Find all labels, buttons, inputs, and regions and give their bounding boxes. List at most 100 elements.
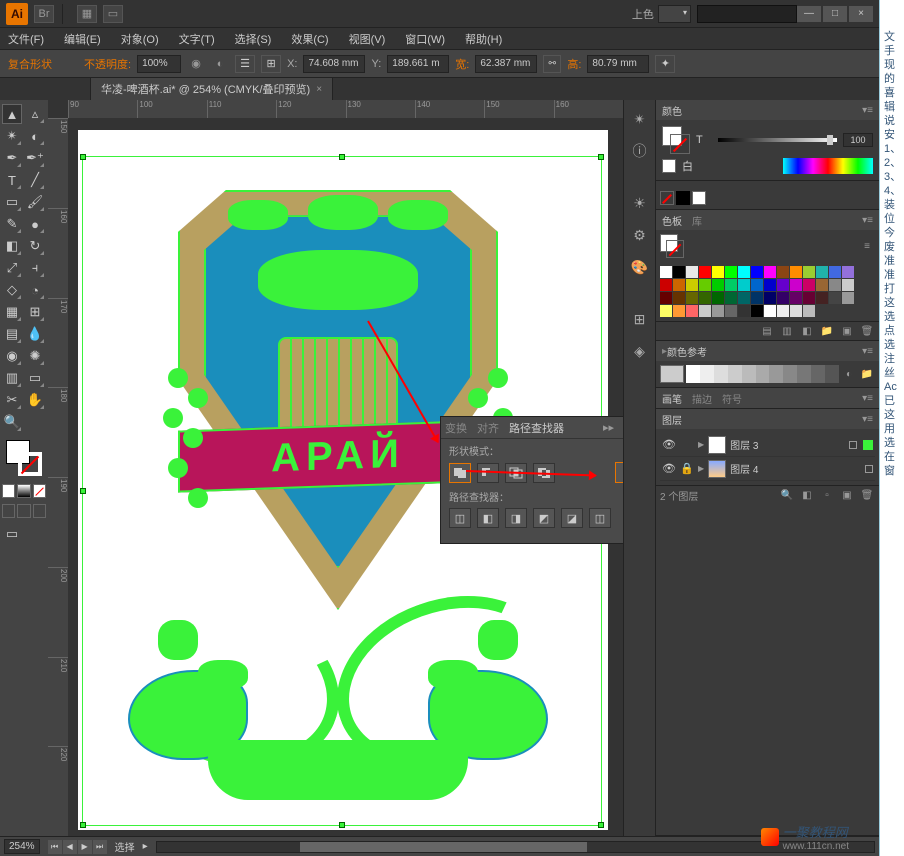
panel-menu-icon[interactable]: ▾≡: [862, 105, 873, 116]
expand-layer-icon[interactable]: ▶: [698, 464, 704, 473]
swatches-tab[interactable]: 色板: [662, 213, 682, 228]
base-color[interactable]: [660, 365, 684, 383]
minus-back-button[interactable]: ◫: [589, 508, 611, 528]
menu-object[interactable]: 对象(O): [117, 29, 163, 49]
menu-window[interactable]: 窗口(W): [401, 29, 449, 49]
width-tool[interactable]: ⫞: [25, 258, 45, 278]
guide-shade[interactable]: [797, 365, 811, 383]
swatch[interactable]: [751, 266, 763, 278]
minimize-button[interactable]: —: [797, 6, 821, 22]
recolor-icon[interactable]: ◐: [841, 367, 857, 381]
swatch[interactable]: [764, 279, 776, 291]
close-button[interactable]: ×: [849, 6, 873, 22]
status-dropdown-icon[interactable]: ▸: [143, 841, 148, 852]
swatch[interactable]: [751, 279, 763, 291]
delete-layer-icon[interactable]: 🗑: [859, 489, 875, 503]
stroke-color-swatch[interactable]: [670, 134, 690, 154]
swatch[interactable]: [829, 266, 841, 278]
swatch[interactable]: [660, 266, 672, 278]
swatch[interactable]: [725, 305, 737, 317]
swatch[interactable]: [790, 292, 802, 304]
symbols-tab[interactable]: 符号: [722, 391, 742, 406]
blob-brush-tool[interactable]: ●: [25, 214, 45, 234]
draw-behind-icon[interactable]: [17, 504, 30, 518]
swatch[interactable]: [738, 305, 750, 317]
swatch-opts-icon[interactable]: ◧: [799, 324, 815, 338]
new-swatch-icon[interactable]: ▣: [839, 324, 855, 338]
spectrum-bar[interactable]: [783, 158, 873, 174]
handle-bm[interactable]: [339, 822, 345, 828]
unite-button[interactable]: [449, 463, 471, 483]
swatch[interactable]: [790, 305, 802, 317]
line-tool[interactable]: ╱: [25, 170, 45, 190]
swatch[interactable]: [790, 279, 802, 291]
new-sublayer-icon[interactable]: ▫: [819, 489, 835, 503]
next-artboard-icon[interactable]: ▶: [78, 840, 92, 854]
eraser-tool[interactable]: ◧: [2, 236, 22, 256]
layer-name[interactable]: 图层 3: [730, 437, 758, 452]
gear-icon[interactable]: ⚙: [629, 224, 651, 246]
outline-button[interactable]: ◪: [561, 508, 583, 528]
expand-layer-icon[interactable]: ▶: [698, 440, 704, 449]
panel-menu-icon[interactable]: ▾≡: [862, 215, 873, 226]
tab-align[interactable]: 对齐: [477, 420, 499, 436]
handle-tr[interactable]: [598, 154, 604, 160]
new-layer-icon[interactable]: ▣: [839, 489, 855, 503]
swatch[interactable]: [660, 305, 672, 317]
panel-collapse-icon[interactable]: ▸▸: [603, 421, 614, 434]
shape-builder-tool[interactable]: ◔: [25, 280, 45, 300]
prev-artboard-icon[interactable]: ◀: [63, 840, 77, 854]
bridge-icon[interactable]: Br: [34, 5, 54, 23]
search-input[interactable]: [697, 5, 797, 23]
swatch[interactable]: [660, 279, 672, 291]
guide-shade[interactable]: [811, 365, 825, 383]
pen-tool[interactable]: ✒: [2, 148, 22, 168]
swatch[interactable]: [725, 266, 737, 278]
guide-shade[interactable]: [783, 365, 797, 383]
handle-bl[interactable]: [80, 822, 86, 828]
link-wh-icon[interactable]: ⚯: [543, 55, 561, 73]
hand-tool[interactable]: ✋: [25, 390, 45, 410]
menu-type[interactable]: 文字(T): [175, 29, 219, 49]
add-anchor-tool[interactable]: ✒⁺: [25, 148, 45, 168]
maximize-button[interactable]: □: [823, 6, 847, 22]
menu-view[interactable]: 视图(V): [345, 29, 390, 49]
black-swatch[interactable]: [676, 191, 690, 205]
scale-tool[interactable]: ⤢: [2, 258, 22, 278]
swatch[interactable]: [842, 266, 854, 278]
fill-stroke-control[interactable]: [2, 440, 46, 480]
merge-button[interactable]: ◨: [505, 508, 527, 528]
none-mode-icon[interactable]: [33, 484, 46, 498]
info-icon[interactable]: ⓘ: [629, 140, 651, 162]
guide-shade[interactable]: [769, 365, 783, 383]
visibility-toggle[interactable]: 👁: [662, 462, 676, 475]
swatch[interactable]: [764, 292, 776, 304]
sun-icon[interactable]: ☀: [629, 192, 651, 214]
tab-pathfinder[interactable]: 路径查找器: [509, 420, 564, 436]
first-artboard-icon[interactable]: ⏮: [48, 840, 62, 854]
recolor-icon[interactable]: ◐: [211, 55, 229, 73]
target-icon[interactable]: [865, 465, 873, 473]
swatch[interactable]: [712, 279, 724, 291]
swatch[interactable]: [686, 279, 698, 291]
transform-anchor[interactable]: ⊞: [261, 55, 281, 73]
handle-tl[interactable]: [80, 154, 86, 160]
swatch[interactable]: [803, 292, 815, 304]
swatch[interactable]: [777, 305, 789, 317]
white-swatch[interactable]: [692, 191, 706, 205]
eyedropper-tool[interactable]: 💧: [25, 324, 45, 344]
swatch[interactable]: [816, 266, 828, 278]
tint-field[interactable]: [843, 133, 873, 147]
swatch[interactable]: [673, 292, 685, 304]
h-field[interactable]: [587, 55, 649, 73]
arrange-docs-icon[interactable]: ▦: [77, 5, 97, 23]
swatch[interactable]: [829, 279, 841, 291]
artboard-tool[interactable]: ▭: [25, 368, 45, 388]
menu-file[interactable]: 文件(F): [4, 29, 48, 49]
swatch[interactable]: [777, 292, 789, 304]
delete-swatch-icon[interactable]: 🗑: [859, 324, 875, 338]
make-clip-icon[interactable]: ◧: [799, 489, 815, 503]
screen-mode-icon[interactable]: ▭: [103, 5, 123, 23]
swatch[interactable]: [725, 292, 737, 304]
swatch[interactable]: [712, 305, 724, 317]
